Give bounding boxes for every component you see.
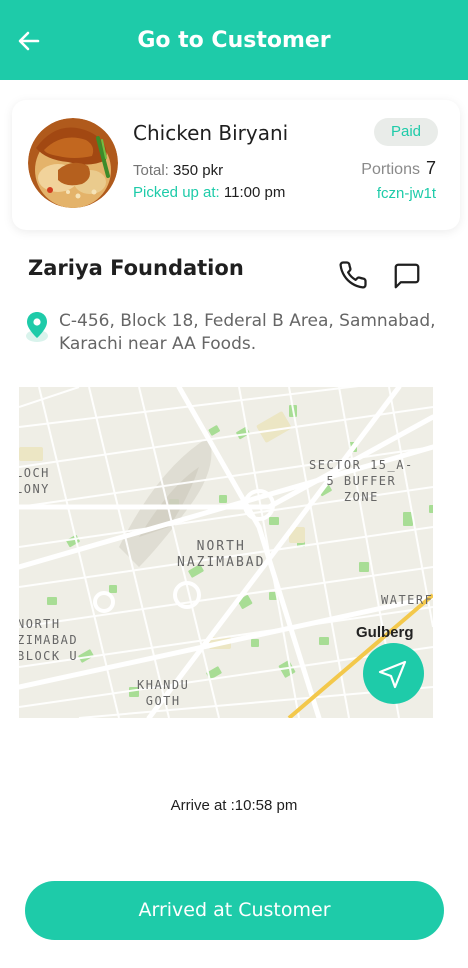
picked-up-time: Picked up at: 11:00 pm [133, 184, 285, 201]
customer-address: C-456, Block 18, Federal B Area, Samnaba… [59, 311, 436, 354]
portions-value: 7 [425, 158, 436, 178]
map-view[interactable]: LOCH LONY SECTOR 15_A- 5 BUFFER ZONE NOR… [19, 387, 433, 718]
map-label-waterpump: WATERF [381, 593, 433, 607]
navigate-button[interactable] [363, 643, 424, 704]
total-label: Total: [133, 162, 169, 179]
food-name: Chicken Biryani [133, 121, 289, 145]
map-label-khandu-goth: KHANDU GOTH [137, 678, 190, 708]
payment-status-badge: Paid [374, 118, 438, 146]
portions-label: Portions [361, 161, 420, 178]
phone-icon [339, 261, 367, 289]
chat-button[interactable] [392, 261, 422, 291]
chat-icon [394, 263, 420, 289]
map-label-sector-15a: SECTOR 15_A- 5 BUFFER ZONE [309, 458, 414, 504]
app-header: Go to Customer [0, 0, 468, 80]
location-pin-icon [23, 310, 51, 344]
navigation-arrow-icon [378, 660, 407, 689]
call-button[interactable] [338, 260, 368, 290]
arrival-time: Arrive at :10:58 pm [170, 797, 298, 814]
page-title: Go to Customer [137, 28, 331, 53]
map-label-north-nazimabad: NORTH NAZIMABAD [177, 539, 266, 570]
customer-name: Zariya Foundation [28, 256, 244, 280]
arrived-at-customer-button[interactable]: Arrived at Customer [25, 881, 444, 940]
map-label-loch-colony: LOCH LONY [19, 466, 50, 496]
picked-up-value: 11:00 pm [223, 184, 286, 201]
order-card: Chicken Biryani Total: 350 pkr Picked up… [12, 100, 460, 230]
map-label-gulberg: Gulberg [356, 624, 414, 641]
order-code: fczn-jw1t [376, 185, 436, 202]
portions: Portions 7 [361, 158, 436, 179]
picked-up-label: Picked up at: [133, 184, 220, 201]
food-image [28, 118, 118, 208]
total-value: 350 pkr [173, 162, 224, 179]
order-total: Total: 350 pkr [133, 162, 223, 179]
map-label-block-u: NORTH ZIMABAD BLOCK U [19, 617, 79, 663]
